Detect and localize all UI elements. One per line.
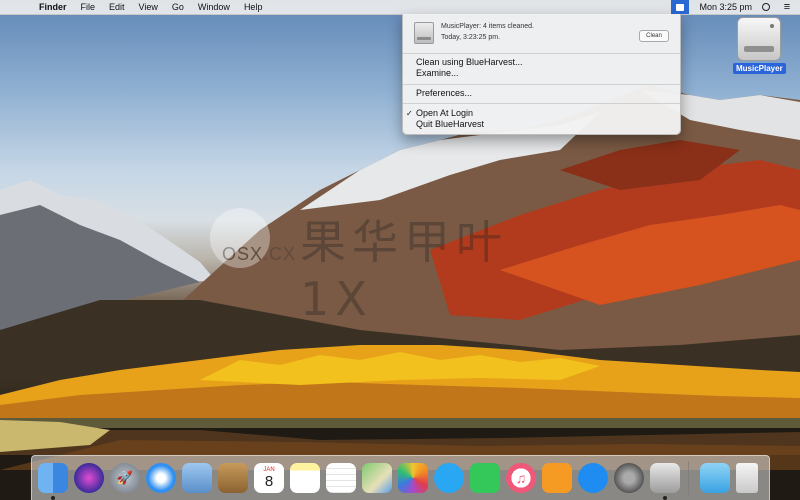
- cleaning-notification: MusicPlayer: 4 items cleaned. Today, 3:2…: [403, 14, 680, 52]
- blueharvest-app-icon[interactable]: [650, 463, 680, 500]
- menu-item-examine[interactable]: Examine...: [416, 68, 459, 79]
- notes-icon[interactable]: [290, 463, 320, 493]
- drive-slot: [744, 46, 774, 52]
- running-indicator: [51, 496, 55, 500]
- mail-icon[interactable]: [182, 463, 212, 493]
- menu-bar: Finder File Edit View Go Window Help Mon…: [0, 0, 800, 15]
- musicplayer-drive-icon[interactable]: [737, 17, 781, 61]
- checkmark-icon: ✓: [406, 109, 413, 118]
- maps-icon[interactable]: [362, 463, 392, 493]
- finder-icon[interactable]: [38, 463, 68, 500]
- watermark: OSX.CX 果华甲叶1X: [210, 200, 540, 326]
- siri-icon[interactable]: [74, 463, 104, 493]
- running-indicator: [663, 496, 667, 500]
- notification-time: Today, 3:23:25 pm.: [441, 34, 501, 41]
- notification-center-icon[interactable]: [780, 0, 794, 14]
- spotlight-search-icon[interactable]: [760, 0, 774, 14]
- menu-item-clean-using[interactable]: Clean using BlueHarvest...: [416, 57, 523, 68]
- watermark-text: OSX.CX: [222, 244, 297, 264]
- itunes-icon[interactable]: ♫: [506, 463, 536, 493]
- drive-body: [737, 17, 781, 61]
- blueharvest-menu: MusicPlayer: 4 items cleaned. Today, 3:2…: [402, 14, 681, 135]
- launchpad-icon[interactable]: 🚀: [110, 463, 140, 493]
- dock: 🚀 JAN 8 ♫: [31, 455, 770, 500]
- menu-view[interactable]: View: [132, 0, 165, 14]
- app-menu-finder[interactable]: Finder: [32, 0, 74, 14]
- watermark-glyphs: 果华甲叶1X: [300, 215, 508, 326]
- menu-separator: [403, 84, 680, 85]
- menu-go[interactable]: Go: [165, 0, 191, 14]
- facetime-icon[interactable]: [470, 463, 500, 493]
- menu-separator: [403, 53, 680, 54]
- contacts-icon[interactable]: [218, 463, 248, 493]
- reminders-icon[interactable]: [326, 463, 356, 493]
- drive-glyph-icon: [676, 3, 685, 11]
- menu-item-quit[interactable]: Quit BlueHarvest: [416, 119, 484, 130]
- drive-icon: [414, 22, 434, 44]
- menu-edit[interactable]: Edit: [102, 0, 132, 14]
- calendar-icon[interactable]: JAN 8: [254, 463, 284, 493]
- menu-bar-extras: Mon 3:25 pm: [671, 0, 800, 14]
- menu-help[interactable]: Help: [237, 0, 270, 14]
- menu-item-open-at-login[interactable]: ✓ Open At Login: [406, 108, 474, 119]
- menu-window[interactable]: Window: [191, 0, 237, 14]
- trash-icon[interactable]: [736, 463, 758, 493]
- menu-item-preferences[interactable]: Preferences...: [416, 88, 472, 99]
- messages-icon[interactable]: [434, 463, 464, 493]
- ibooks-icon[interactable]: [542, 463, 572, 493]
- calendar-day: 8: [264, 473, 274, 490]
- app-store-icon[interactable]: [578, 463, 608, 493]
- dock-divider: [688, 461, 689, 495]
- menu-clock[interactable]: Mon 3:25 pm: [689, 2, 760, 12]
- system-preferences-icon[interactable]: [614, 463, 644, 493]
- clean-button[interactable]: Clean: [639, 30, 669, 42]
- downloads-folder-icon[interactable]: [700, 463, 730, 493]
- menu-separator: [403, 103, 680, 104]
- photos-icon[interactable]: [398, 463, 428, 493]
- notification-title: MusicPlayer: 4 items cleaned.: [441, 23, 534, 30]
- safari-icon[interactable]: [146, 463, 176, 493]
- blueharvest-status-icon[interactable]: [671, 0, 690, 14]
- drive-led: [770, 24, 774, 28]
- drive-label[interactable]: MusicPlayer: [733, 63, 786, 74]
- open-at-login-label: Open At Login: [416, 108, 474, 118]
- menu-file[interactable]: File: [74, 0, 103, 14]
